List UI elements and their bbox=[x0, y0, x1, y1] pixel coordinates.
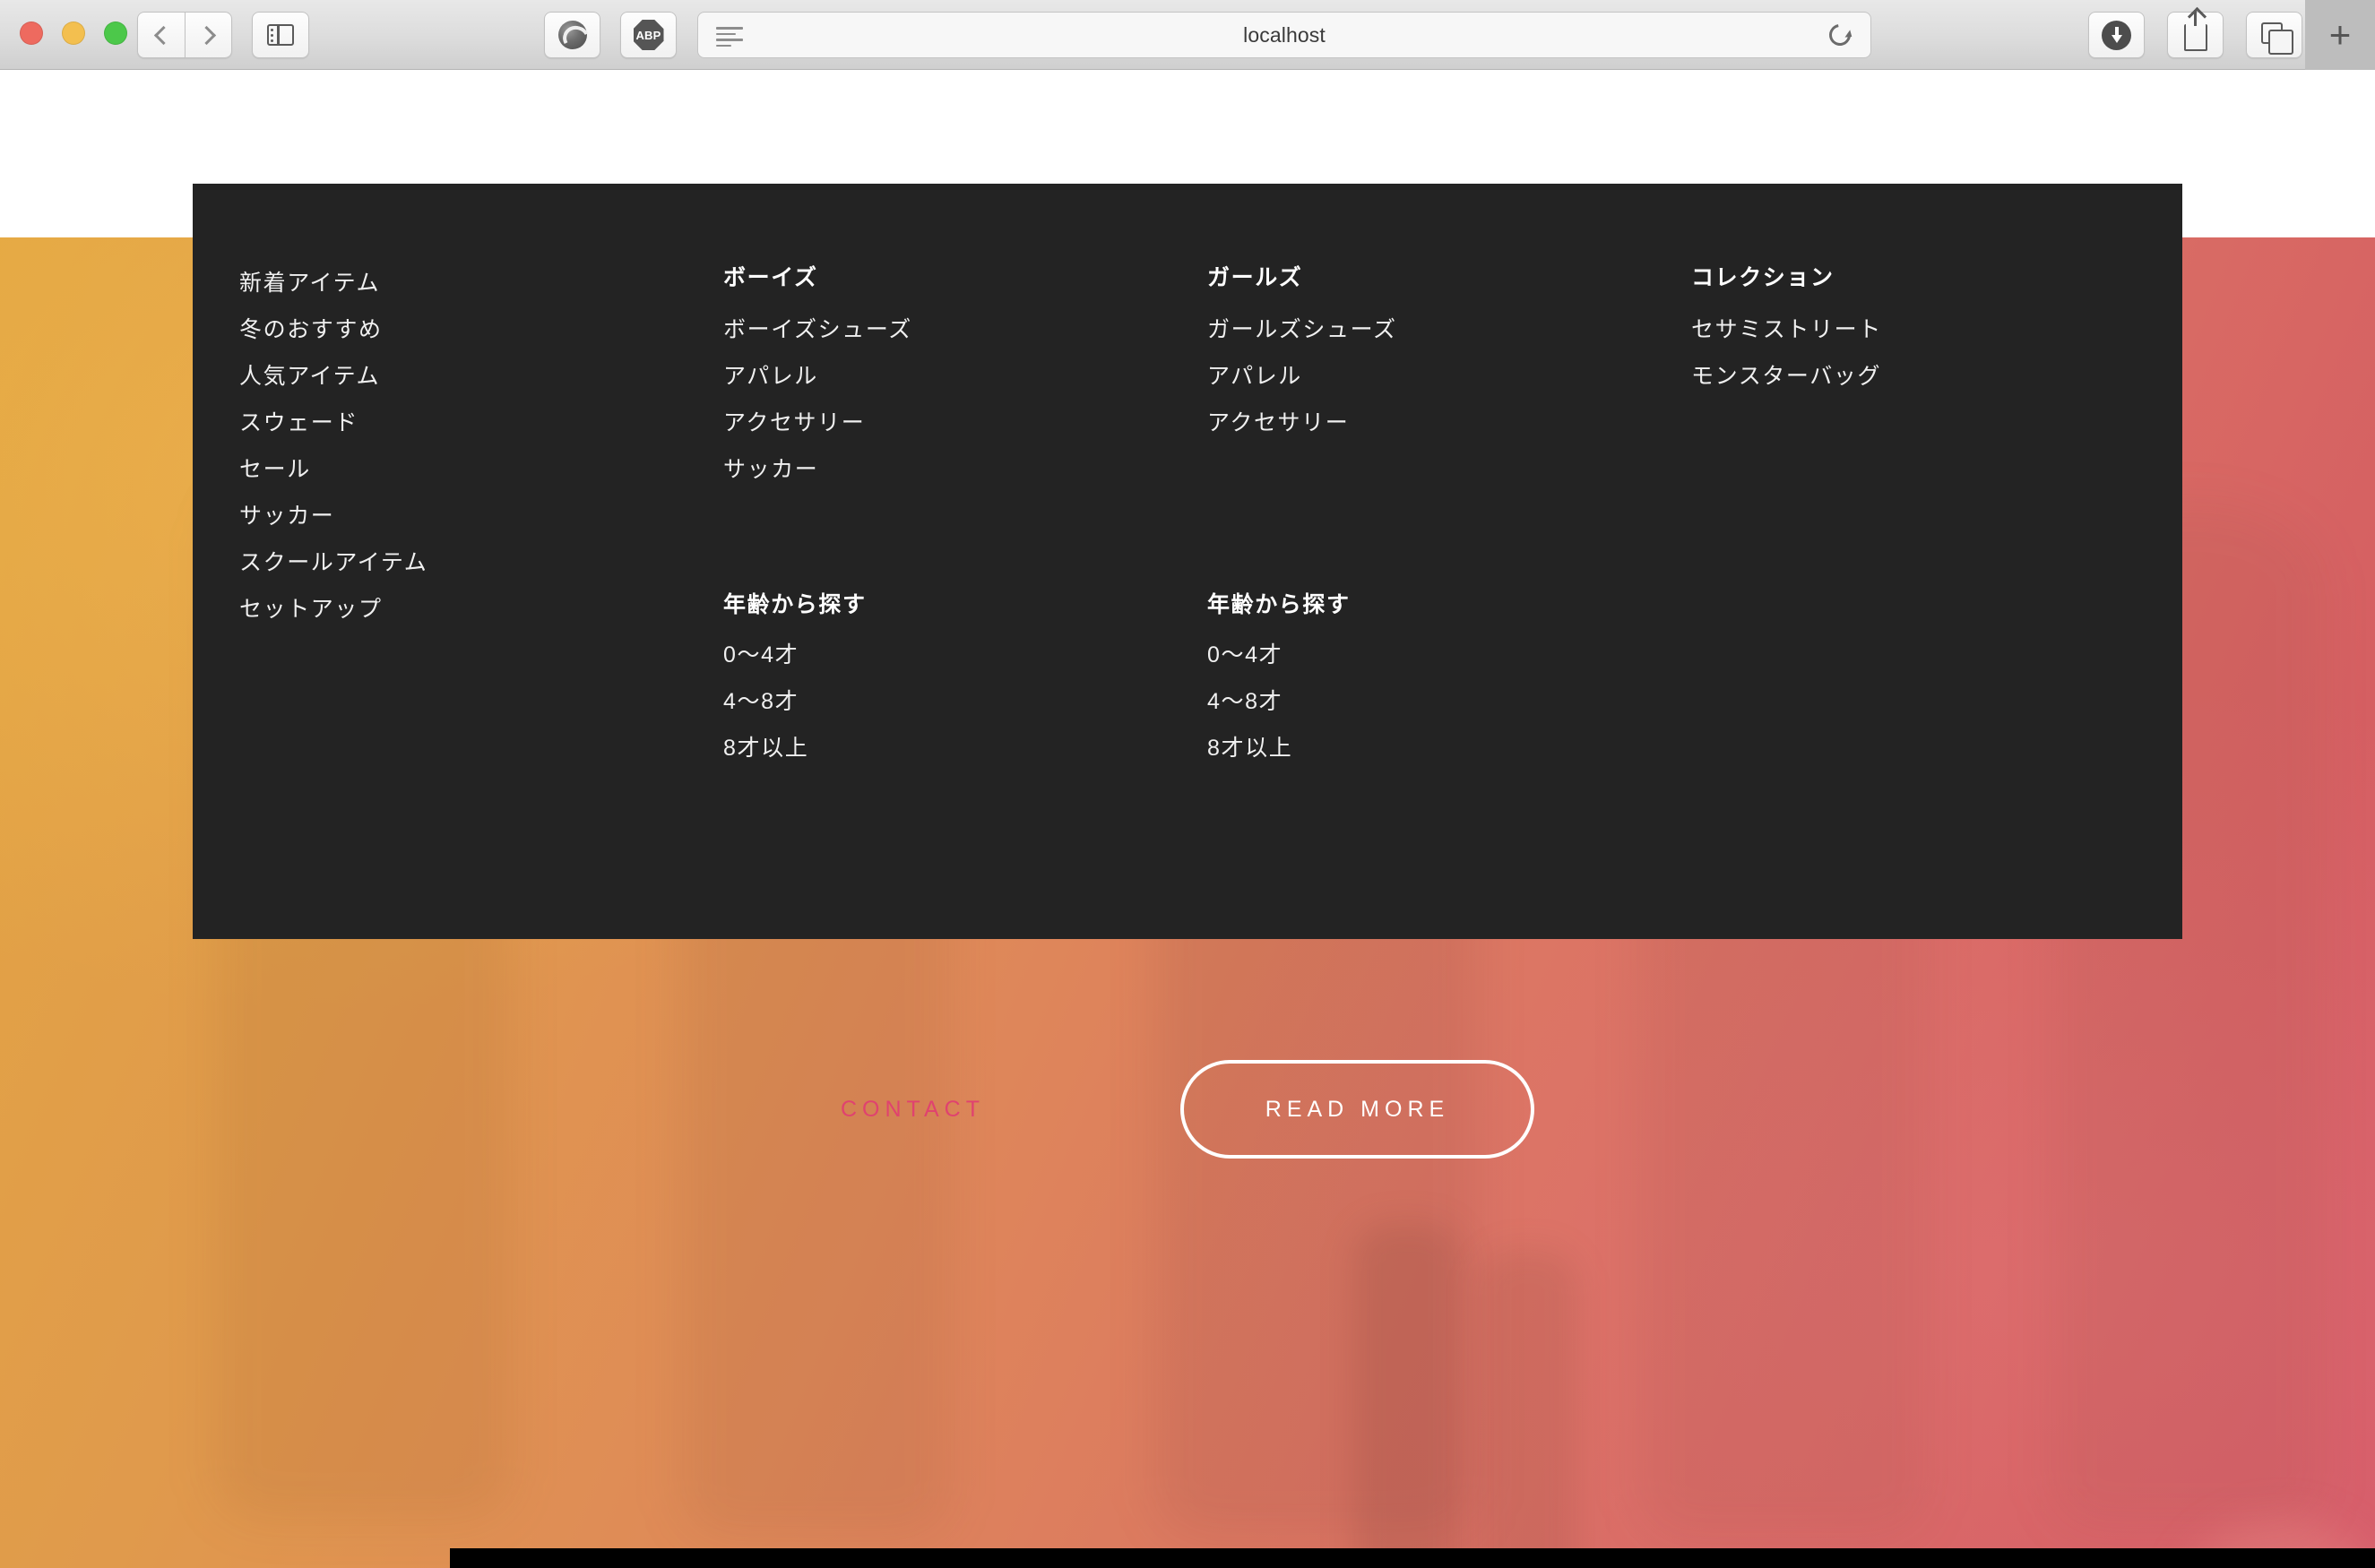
menu-link[interactable]: サッカー bbox=[723, 446, 1161, 493]
mega-menu-column-collection: コレクション セサミストリート モンスターバッグ bbox=[1645, 260, 2182, 939]
column-heading: 年齢から探す bbox=[1207, 592, 1351, 617]
browser-toolbar: ABP localhost + bbox=[0, 0, 2375, 70]
column-heading: 年齢から探す bbox=[723, 592, 867, 617]
menu-link[interactable]: 8才以上 bbox=[723, 725, 1161, 771]
menu-link[interactable]: セサミストリート bbox=[1691, 306, 2182, 353]
ghost-extension-button[interactable] bbox=[544, 12, 600, 58]
menu-link[interactable]: 8才以上 bbox=[1207, 725, 1645, 771]
menu-link[interactable]: アパレル bbox=[1207, 353, 1645, 400]
menu-link[interactable]: モンスターバッグ bbox=[1691, 353, 2182, 400]
menu-link[interactable]: セール bbox=[239, 446, 677, 493]
menu-link[interactable]: アパレル bbox=[723, 353, 1161, 400]
kids-mega-menu-panel: 新着アイテム 冬のおすすめ 人気アイテム スウェード セール サッカー スクール… bbox=[193, 184, 2182, 939]
read-more-button[interactable]: READ MORE bbox=[1179, 1060, 1534, 1159]
menu-link[interactable]: スクールアイテム bbox=[239, 539, 677, 586]
boys-age-group: 年齢から探す 0〜4才 4〜8才 8才以上 bbox=[723, 587, 1161, 771]
new-tab-button[interactable]: + bbox=[2305, 0, 2375, 70]
menu-link[interactable]: 0〜4才 bbox=[1207, 632, 1645, 678]
menu-link[interactable]: アクセサリー bbox=[1207, 400, 1645, 446]
menu-link[interactable]: 人気アイテム bbox=[239, 353, 677, 400]
chevron-right-icon bbox=[196, 25, 217, 45]
tabs-icon bbox=[2261, 22, 2293, 55]
tab-overview-button[interactable] bbox=[2246, 12, 2302, 58]
menu-link[interactable]: 冬のおすすめ bbox=[239, 306, 677, 353]
news-ticker-bar: 2019.04.01 あんまりいい天気なもんだから大将ひとりででかけたな。 › bbox=[450, 1548, 2375, 1568]
downloads-button[interactable] bbox=[2088, 12, 2145, 58]
menu-link[interactable]: 4〜8才 bbox=[1207, 678, 1645, 725]
ghost-icon bbox=[557, 21, 587, 49]
share-button[interactable] bbox=[2167, 10, 2224, 58]
menu-link[interactable]: セットアップ bbox=[239, 586, 677, 633]
sidebar-toggle-button[interactable] bbox=[252, 12, 309, 58]
adblock-plus-extension-button[interactable]: ABP bbox=[620, 12, 677, 58]
reload-icon[interactable] bbox=[1825, 20, 1855, 50]
main-navigation: レディース メンズ キッズ Select コレクション bbox=[0, 70, 2375, 258]
menu-link[interactable]: ボーイズシューズ bbox=[723, 306, 1161, 353]
hero-cta-row: CONTACT READ MORE bbox=[0, 1047, 2375, 1172]
menu-link[interactable]: 0〜4才 bbox=[723, 632, 1161, 678]
share-icon bbox=[2183, 10, 2207, 51]
minimize-window-button[interactable] bbox=[62, 22, 85, 45]
download-icon bbox=[2102, 20, 2131, 50]
menu-link[interactable]: スウェード bbox=[239, 400, 677, 446]
chevron-left-icon bbox=[153, 25, 173, 45]
contact-link[interactable]: CONTACT bbox=[841, 1097, 985, 1123]
column-heading: ガールズ bbox=[1207, 265, 1303, 290]
girls-age-group: 年齢から探す 0〜4才 4〜8才 8才以上 bbox=[1207, 587, 1645, 771]
mega-menu-column-girls: ガールズ ガールズシューズ アパレル アクセサリー 年齢から探す 0〜4才 4〜… bbox=[1161, 260, 1645, 939]
address-bar[interactable]: localhost bbox=[697, 12, 1871, 58]
column-heading: コレクション bbox=[1691, 265, 1835, 290]
url-text: localhost bbox=[1243, 22, 1326, 47]
close-window-button[interactable] bbox=[20, 22, 43, 45]
menu-link[interactable]: 新着アイテム bbox=[239, 260, 677, 306]
back-button[interactable] bbox=[137, 12, 185, 58]
window-traffic-lights bbox=[20, 22, 127, 45]
maximize-window-button[interactable] bbox=[104, 22, 127, 45]
menu-link[interactable]: アクセサリー bbox=[723, 400, 1161, 446]
column-heading: ボーイズ bbox=[723, 265, 818, 290]
web-page: PIXTA レディース メンズ キッズ Select bbox=[0, 70, 2375, 1568]
reader-view-icon[interactable] bbox=[716, 27, 743, 47]
mega-menu-column-boys: ボーイズ ボーイズシューズ アパレル アクセサリー サッカー 年齢から探す 0〜… bbox=[677, 260, 1161, 939]
mega-menu-column-general: 新着アイテム 冬のおすすめ 人気アイテム スウェード セール サッカー スクール… bbox=[193, 260, 677, 939]
sidebar-icon bbox=[267, 24, 294, 46]
menu-link[interactable]: サッカー bbox=[239, 493, 677, 539]
adblock-plus-icon: ABP bbox=[633, 20, 664, 50]
forward-button[interactable] bbox=[185, 12, 232, 58]
menu-link[interactable]: ガールズシューズ bbox=[1207, 306, 1645, 353]
menu-link[interactable]: 4〜8才 bbox=[723, 678, 1161, 725]
